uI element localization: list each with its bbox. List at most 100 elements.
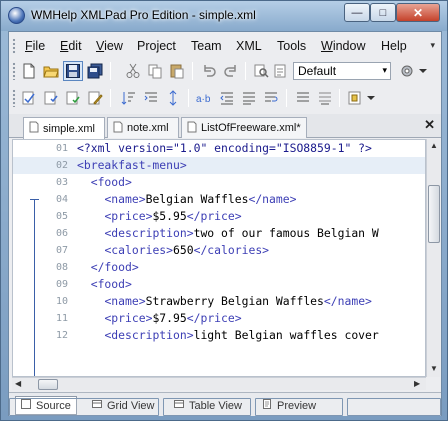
close-button[interactable]: ✕ xyxy=(396,3,440,22)
code-line[interactable]: 04 <name>Belgian Waffles</name> xyxy=(13,191,425,208)
menu-window[interactable]: Window xyxy=(321,39,365,53)
save-all-icon[interactable] xyxy=(85,61,105,81)
scroll-down-icon[interactable]: ▼ xyxy=(430,364,438,373)
title-bar[interactable]: WMHelp XMLPad Pro Edition - simple.xml —… xyxy=(1,1,447,31)
status-cell-message xyxy=(9,398,159,416)
toolbar-grip[interactable] xyxy=(12,62,16,80)
toolbar-separator xyxy=(110,89,111,107)
xml-tag: <food> xyxy=(90,175,132,189)
menu-project[interactable]: Project xyxy=(137,39,176,53)
code-line[interactable]: 06 <description>two of our famous Belgia… xyxy=(13,225,425,242)
code-line[interactable]: 03 <food> xyxy=(13,174,425,191)
code-content: <description>light Belgian waffles cover xyxy=(77,327,379,344)
find-icon[interactable] xyxy=(251,61,271,81)
horizontal-scroll-thumb[interactable] xyxy=(38,379,58,390)
element-text: light Belgian waffles cover xyxy=(193,328,379,342)
outdent-icon[interactable] xyxy=(217,88,237,108)
document-icon xyxy=(187,121,197,136)
code-line[interactable]: 02 <breakfast-menu> xyxy=(13,157,425,174)
save-icon[interactable] xyxy=(63,61,83,81)
check-wellformed-icon[interactable] xyxy=(41,88,61,108)
redo-icon[interactable] xyxy=(221,61,241,81)
element-text: 650 xyxy=(173,243,194,257)
new-file-icon[interactable] xyxy=(19,61,39,81)
menu-edit[interactable]: Edit xyxy=(60,39,82,53)
vertical-scroll-thumb[interactable] xyxy=(428,185,440,243)
menu-bar: File Edit View Project Team XML Tools Window Hel… xyxy=(9,35,441,57)
wrap-icon[interactable] xyxy=(261,88,281,108)
scroll-right-icon[interactable]: ▶ xyxy=(414,379,420,388)
code-line[interactable]: 09 <food> xyxy=(13,276,425,293)
code-line[interactable]: 11 <price>$7.95</price> xyxy=(13,310,425,327)
code-line[interactable]: 01 <?xml version="1.0" encoding="ISO8859-… xyxy=(13,140,425,157)
code-line[interactable]: 12 <description>light Belgian waffles co… xyxy=(13,327,425,344)
comment-icon[interactable] xyxy=(293,88,313,108)
line-number: 04 xyxy=(55,194,68,205)
scroll-up-icon[interactable]: ▲ xyxy=(430,141,438,150)
menu-team[interactable]: Team xyxy=(191,39,222,53)
line-number: 11 xyxy=(55,313,68,324)
xml-tag: <breakfast-menu> xyxy=(77,158,187,172)
undo-icon[interactable] xyxy=(199,61,219,81)
validate-icon[interactable] xyxy=(19,88,39,108)
replace-icon[interactable] xyxy=(271,61,291,81)
code-editor[interactable]: 01 <?xml version="1.0" encoding="ISO8859-… xyxy=(12,139,426,377)
code-content: <price>$7.95</price> xyxy=(77,310,241,327)
menu-tools[interactable]: Tools xyxy=(277,39,306,53)
scroll-left-icon[interactable]: ◀ xyxy=(15,379,21,388)
settings-gear-icon[interactable] xyxy=(397,61,417,81)
copy-icon[interactable] xyxy=(145,61,165,81)
menu-help[interactable]: Help xyxy=(381,39,407,53)
menu-file[interactable]: File xyxy=(25,39,45,53)
document-tab[interactable]: note.xml xyxy=(107,117,179,138)
xml-tag: </name> xyxy=(248,192,297,206)
menu-view[interactable]: View xyxy=(96,39,123,53)
menubar-grip[interactable] xyxy=(12,38,16,54)
close-tab-icon[interactable]: ✕ xyxy=(424,117,435,133)
toolbar-grip[interactable] xyxy=(12,89,16,107)
document-tab[interactable]: simple.xml xyxy=(23,117,105,139)
line-number: 05 xyxy=(55,211,68,222)
sort-icon[interactable] xyxy=(119,88,139,108)
vertical-scrollbar[interactable]: ▲ ▼ xyxy=(426,139,440,377)
check-xml-icon[interactable] xyxy=(63,88,83,108)
code-line[interactable]: 08 </food> xyxy=(13,259,425,276)
app-icon[interactable] xyxy=(8,7,25,24)
paste-icon[interactable] xyxy=(167,61,187,81)
code-line[interactable]: 07 <calories>650</calories> xyxy=(13,242,425,259)
line-number: 07 xyxy=(55,245,68,256)
element-text: Belgian Waffles xyxy=(145,192,249,206)
menu-xml[interactable]: XML xyxy=(236,39,262,53)
code-content: <breakfast-menu> xyxy=(77,157,187,174)
maximize-button[interactable]: □ xyxy=(370,3,396,22)
chevron-down-icon[interactable]: ▾ xyxy=(382,65,387,76)
ab-spellcheck-icon[interactable]: a·b xyxy=(195,88,215,108)
line-number: 03 xyxy=(55,177,68,188)
expand-collapse-icon[interactable] xyxy=(163,88,183,108)
xml-tag: <food> xyxy=(90,277,132,291)
code-line[interactable]: 05 <price>$5.95</price> xyxy=(13,208,425,225)
code-content: <name>Strawberry Belgian Waffles</name> xyxy=(77,293,371,310)
insert-snippet-icon[interactable] xyxy=(345,88,365,108)
fold-marker[interactable] xyxy=(30,199,39,200)
encoding-select[interactable]: Default ▾ xyxy=(293,62,391,80)
code-content: <?xml version="1.0" encoding="ISO8859-1"… xyxy=(77,140,372,157)
uncomment-icon[interactable] xyxy=(315,88,335,108)
indent-icon[interactable] xyxy=(141,88,161,108)
code-line[interactable]: 10 <name>Strawberry Belgian Waffles</nam… xyxy=(13,293,425,310)
open-folder-icon[interactable] xyxy=(41,61,61,81)
toolbar-overflow-icon[interactable] xyxy=(365,88,377,108)
main-toolbar: Default ▾ xyxy=(9,58,441,84)
align-icon[interactable] xyxy=(239,88,259,108)
document-tab-label: simple.xml xyxy=(43,122,95,135)
document-icon xyxy=(29,121,39,136)
horizontal-scrollbar[interactable]: ◀ ▶ xyxy=(12,377,426,390)
xml-tag: <name> xyxy=(104,294,146,308)
menu-overflow-icon[interactable]: ▾ xyxy=(430,40,435,51)
toolbar-overflow-icon[interactable] xyxy=(417,61,429,81)
cut-icon[interactable] xyxy=(123,61,143,81)
minimize-button[interactable]: — xyxy=(344,3,370,22)
document-tab[interactable]: ListOfFreeware.xml* xyxy=(181,117,307,138)
edit-xml-icon[interactable] xyxy=(85,88,105,108)
status-cell-position xyxy=(163,398,251,416)
